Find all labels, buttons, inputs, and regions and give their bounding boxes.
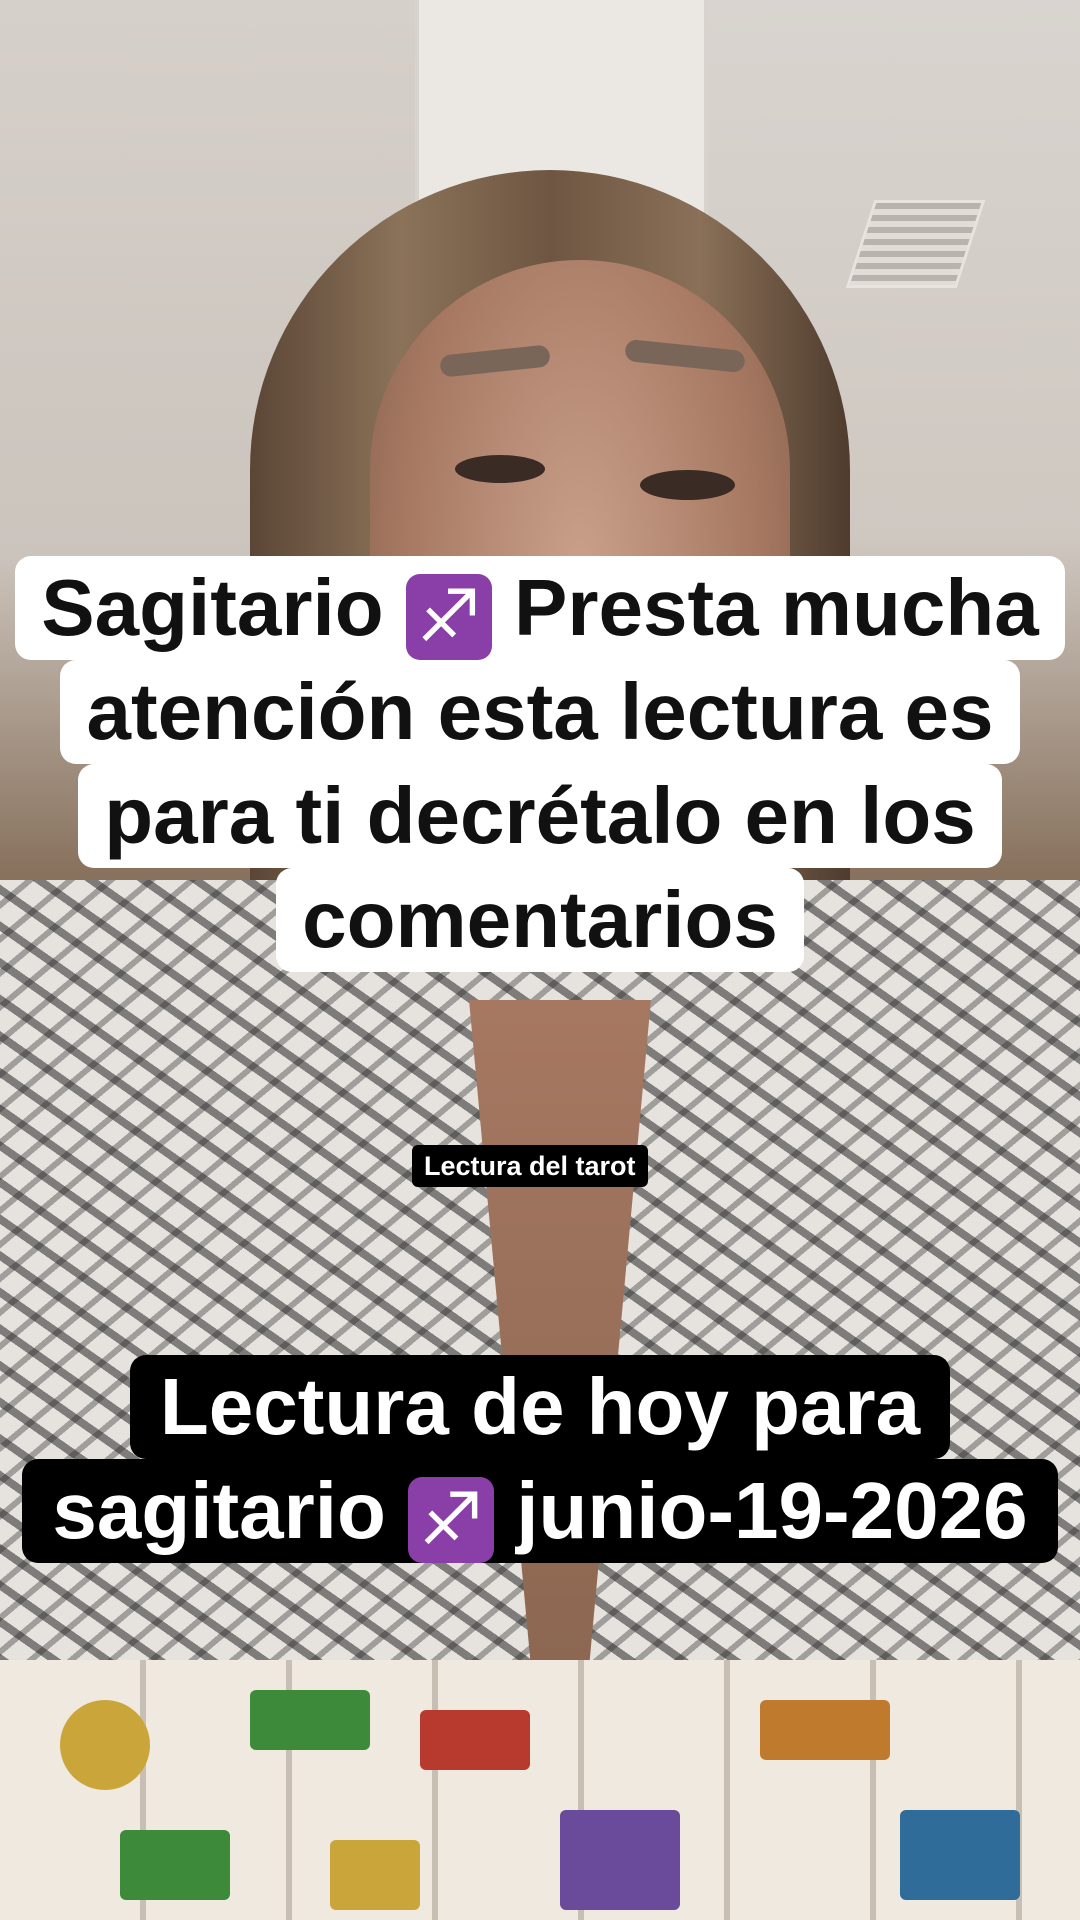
tarot-card-art [760,1700,890,1760]
tarot-card-art [250,1690,370,1750]
tarot-card-art [330,1840,420,1910]
caption-text: Presta mucha [514,563,1039,652]
tarot-card-art [60,1700,150,1790]
caption-line: sagitario ♐ junio-19-2026 [22,1459,1058,1563]
caption-line: comentarios [276,868,804,972]
sagittarius-icon: ♐ [405,574,492,660]
right-eye [640,470,735,500]
sagittarius-icon: ♐ [408,1477,495,1563]
ceiling-vent [845,200,986,288]
tarot-card-art [560,1810,680,1910]
top-caption: Sagitario ♐ Presta mucha atención esta l… [0,556,1080,972]
effect-label[interactable]: Lectura del tarot [412,1145,648,1187]
tarot-cards [0,1660,1080,1920]
tarot-card-art [120,1830,230,1900]
bottom-caption: Lectura de hoy para sagitario ♐ junio-19… [0,1355,1080,1563]
left-eye [455,455,545,483]
caption-text: sagitario [52,1466,386,1555]
caption-line: Sagitario ♐ Presta mucha [15,556,1065,660]
tarot-card-art [420,1710,530,1770]
caption-line: Lectura de hoy para [129,1355,951,1459]
caption-text: Sagitario [41,563,384,652]
tarot-card-art [900,1810,1020,1900]
caption-line: para ti decrétalo en los [78,764,1002,868]
caption-line: atención esta lectura es [60,660,1020,764]
caption-text: junio-19-2026 [516,1466,1028,1555]
